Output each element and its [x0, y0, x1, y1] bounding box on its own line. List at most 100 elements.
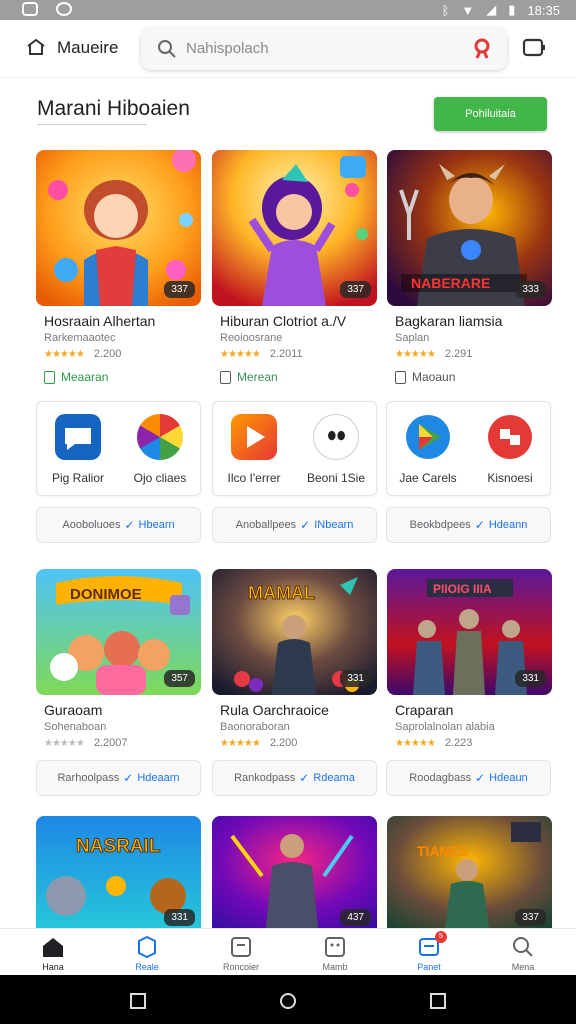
chip-text: Aooboluoes	[62, 519, 121, 531]
install-button[interactable]: Merean	[220, 370, 278, 384]
app-subtitle: Saprolalnolan alabia	[395, 721, 495, 733]
section-title: Marani Hiboaien	[37, 97, 190, 120]
chip-link[interactable]: Hdeann	[489, 519, 528, 531]
alarm-icon	[56, 2, 72, 16]
rating-value: 2.291	[444, 348, 473, 360]
nav-item-games[interactable]: Mamb	[295, 933, 375, 972]
mini-app[interactable]: Ilco I'errer	[213, 402, 295, 485]
score-badge: 337	[164, 281, 195, 298]
mic-icon[interactable]	[471, 37, 493, 61]
app-subtitle: Saplan	[395, 332, 430, 344]
chip-link[interactable]: Rdeama	[313, 772, 355, 784]
app-subtitle: Sohenaboan	[44, 721, 107, 733]
svg-text:NASRAIL: NASRAIL	[76, 836, 161, 857]
svg-text:NABERARE: NABERARE	[411, 275, 490, 291]
play-triangle-icon	[231, 414, 277, 460]
score-badge: 357	[164, 670, 195, 687]
mini-app-label: Beoni 1Sie	[306, 471, 366, 485]
chip-link[interactable]: Hdeaarn	[137, 772, 179, 784]
search-input[interactable]: Nahispolach	[186, 40, 269, 57]
app-title: Bagkaran liamsia	[395, 313, 503, 329]
game-artwork: NASRAIL 331	[36, 816, 201, 928]
install-label: Merean	[237, 370, 278, 384]
home-icon	[41, 935, 65, 959]
tag-chip[interactable]: Rarhoolpass ✓ Hdeaarn	[36, 760, 201, 796]
score-badge: 333	[515, 281, 546, 298]
nav-item-apps[interactable]: Reale	[107, 933, 187, 972]
nav-item-home[interactable]: Hana	[13, 933, 93, 972]
tag-chip[interactable]: Aooboluoes ✓ Hbearn	[36, 507, 201, 543]
check-icon: ✓	[124, 518, 135, 532]
score-badge: 331	[164, 909, 195, 926]
chip-link[interactable]: INbearn	[314, 519, 353, 531]
mini-app-label: Pig Ralior	[51, 471, 105, 485]
game-artwork: TIANES 337	[387, 816, 552, 928]
chip-text: Rarhoolpass	[57, 772, 120, 784]
svg-text:PIIOIG IIIA: PIIOIG IIIA	[433, 582, 492, 596]
chip-link[interactable]: Hbearn	[139, 519, 175, 531]
stars-icon: ★★★★★	[395, 349, 436, 360]
stars-icon: ★★★★★	[220, 738, 261, 749]
nav-item-notifications[interactable]: 5 Panet	[389, 931, 469, 972]
mini-app[interactable]: Kisnoesi	[469, 402, 551, 485]
nav-item-search[interactable]: Mena	[483, 933, 563, 972]
app-subtitle: Baonoraboran	[220, 721, 290, 733]
chip-text: Rankodpass	[234, 772, 296, 784]
stars-icon: ★★★★★	[44, 349, 85, 360]
rating-row: ★★★★★ 2.2007	[44, 737, 127, 749]
mini-app-label: Ojo cliaes	[133, 471, 187, 485]
app-title: Guraoam	[44, 702, 103, 718]
stars-icon: ★★★★★	[44, 738, 85, 749]
svg-text:TIANES: TIANES	[417, 843, 468, 859]
game-artwork: 337	[212, 150, 377, 306]
install-label: Meaaran	[61, 370, 109, 384]
install-button[interactable]: Meaaran	[44, 370, 108, 384]
app-title: Hiburan Clotriot a./V	[220, 313, 347, 329]
nav-label: Mena	[511, 962, 535, 972]
chip-link[interactable]: Hdeaun	[489, 772, 528, 784]
rating-value: 2.200	[269, 737, 298, 749]
tag-chip[interactable]: Roodagbass ✓ Hdeaun	[386, 760, 551, 796]
status-time: 18:35	[527, 2, 560, 18]
game-artwork: DONIMOE 357	[36, 569, 201, 695]
app-title: Hosraain Alhertan	[44, 313, 156, 329]
home-icon[interactable]	[26, 38, 46, 56]
section-action-button[interactable]: Pohiluitaia	[434, 97, 547, 131]
tag-chip[interactable]: Anoballpees ✓ INbearn	[212, 507, 377, 543]
cast-icon[interactable]	[521, 36, 547, 60]
mini-app[interactable]: Jae Carels	[387, 402, 469, 485]
nav-label: Mamb	[322, 962, 348, 972]
svg-text:MAMAL: MAMAL	[248, 583, 315, 603]
bookmark-icon	[395, 370, 406, 384]
check-icon: ✓	[474, 518, 485, 532]
status-bar: ᛒ ▼ ◢ ▮ 18:35	[0, 0, 576, 20]
home-button[interactable]	[280, 993, 296, 1009]
recents-button[interactable]	[130, 993, 146, 1009]
mini-app[interactable]: Ojo cliaes	[119, 402, 201, 485]
chip-text: Beokbdpees	[409, 519, 471, 531]
tag-chip[interactable]: Rankodpass ✓ Rdeama	[212, 760, 377, 796]
score-badge: 331	[340, 670, 371, 687]
bottom-navigation: Hana Reale Roncoier Mamb 5 Panet Mena	[0, 928, 576, 975]
game-artwork: MAMAL 331	[212, 569, 377, 695]
badge-icon	[487, 414, 533, 460]
back-button[interactable]	[430, 993, 446, 1009]
install-button[interactable]: Maoaun	[395, 370, 455, 384]
nav-label: Hana	[42, 962, 64, 972]
score-badge: 337	[340, 281, 371, 298]
mini-app-panel: Ilco I'errer Beoni 1Sie	[212, 401, 377, 496]
nav-item-library[interactable]: Roncoier	[201, 933, 281, 972]
mini-app-panel: Jae Carels Kisnoesi	[386, 401, 551, 496]
search-icon	[158, 40, 176, 58]
search-bar[interactable]: Nahispolach	[141, 28, 507, 70]
apps-icon	[135, 935, 159, 959]
check-icon: ✓	[123, 771, 134, 785]
check-icon: ✓	[299, 771, 310, 785]
wifi-icon: ▼	[461, 2, 475, 18]
rating-row: ★★★★★ 2.2011	[220, 348, 303, 360]
mini-app[interactable]: Pig Ralior	[37, 402, 119, 485]
tag-chip[interactable]: Beokbdpees ✓ Hdeann	[386, 507, 551, 543]
bookmark-icon	[44, 370, 55, 384]
mini-app[interactable]: Beoni 1Sie	[295, 402, 377, 485]
color-wheel-icon	[137, 414, 183, 460]
